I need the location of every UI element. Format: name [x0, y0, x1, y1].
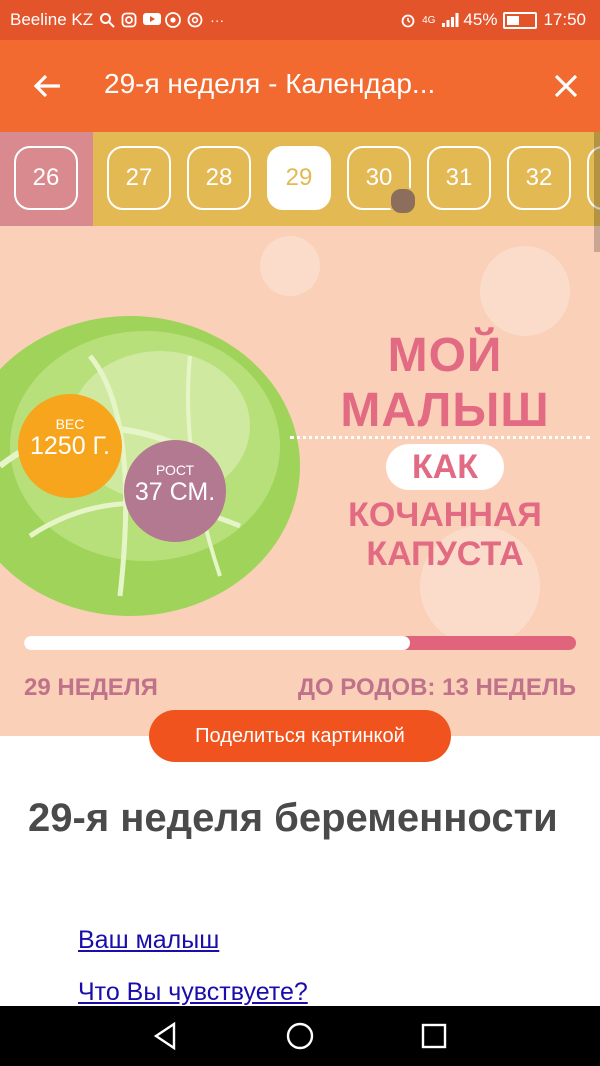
arrow-left-icon[interactable]	[28, 66, 68, 106]
page-title: 29-я неделя - Календар...	[104, 68, 436, 99]
youtube-icon	[143, 12, 162, 28]
week-selector: 26 27 28 29 30 31 32	[0, 132, 600, 226]
current-week-label: 29 НЕДЕЛЯ	[24, 674, 158, 701]
week-31[interactable]: 31	[427, 146, 491, 210]
clock: 17:50	[543, 10, 586, 29]
height-value: 37 СМ.	[134, 478, 216, 506]
hero-headline: МОЙ МАЛЫШ КАК КОЧАННАЯ КАПУСТА	[300, 328, 590, 574]
height-badge: РОСТ 37 СМ.	[124, 440, 226, 542]
link-your-baby[interactable]: Ваш малыш	[78, 926, 219, 955]
weight-badge: ВЕС 1250 Г.	[18, 394, 122, 498]
week-28[interactable]: 28	[187, 146, 251, 210]
week-29[interactable]: 29	[267, 146, 331, 210]
at-icon	[187, 12, 203, 28]
weight-label: ВЕС	[55, 416, 85, 432]
carrier-label: Beeline KZ	[10, 10, 94, 29]
system-nav-bar	[0, 1006, 600, 1066]
week-32[interactable]: 32	[507, 146, 571, 210]
pregnancy-progress-bar	[24, 636, 576, 650]
more-icon: ···	[210, 12, 225, 28]
weeks-till-birth-label: ДО РОДОВ: 13 НЕДЕЛЬ	[297, 674, 576, 701]
back-triangle-icon[interactable]	[150, 1020, 182, 1052]
link-how-you-feel[interactable]: Что Вы чувствуете?	[78, 978, 308, 1007]
week-26[interactable]: 26	[14, 146, 78, 210]
scrollbar[interactable]	[594, 132, 600, 252]
search-icon	[99, 12, 115, 28]
article-title: 29-я неделя беременности	[28, 796, 558, 840]
chrome-icon	[165, 12, 182, 28]
app-bar: 29-я неделя - Календар...	[0, 40, 600, 132]
recents-square-icon[interactable]	[418, 1020, 450, 1052]
home-circle-icon[interactable]	[284, 1020, 316, 1052]
headline-main: МОЙ МАЛЫШ	[340, 329, 550, 437]
avatar	[389, 187, 417, 215]
alarm-icon	[400, 12, 416, 28]
battery-percent: 45%	[463, 10, 498, 29]
headline-subject: КОЧАННАЯ КАПУСТА	[348, 496, 542, 573]
network-label: 4G	[422, 14, 436, 26]
status-bar: Beeline KZ ··· 4G 45% 17:50	[0, 0, 600, 40]
instagram-icon	[121, 12, 137, 28]
share-image-button[interactable]: Поделиться картинкой	[149, 710, 451, 762]
height-label: РОСТ	[155, 462, 195, 478]
battery-icon	[503, 11, 538, 29]
progress-fill	[24, 636, 411, 650]
signal-icon	[441, 12, 459, 28]
headline-kak: КАК	[385, 444, 505, 490]
week-27[interactable]: 27	[107, 146, 171, 210]
weight-value: 1250 Г.	[30, 432, 110, 460]
close-icon[interactable]	[550, 70, 582, 102]
hero-image: ВЕС 1250 Г. РОСТ 37 СМ. МОЙ МАЛЫШ КАК КО…	[0, 226, 600, 736]
